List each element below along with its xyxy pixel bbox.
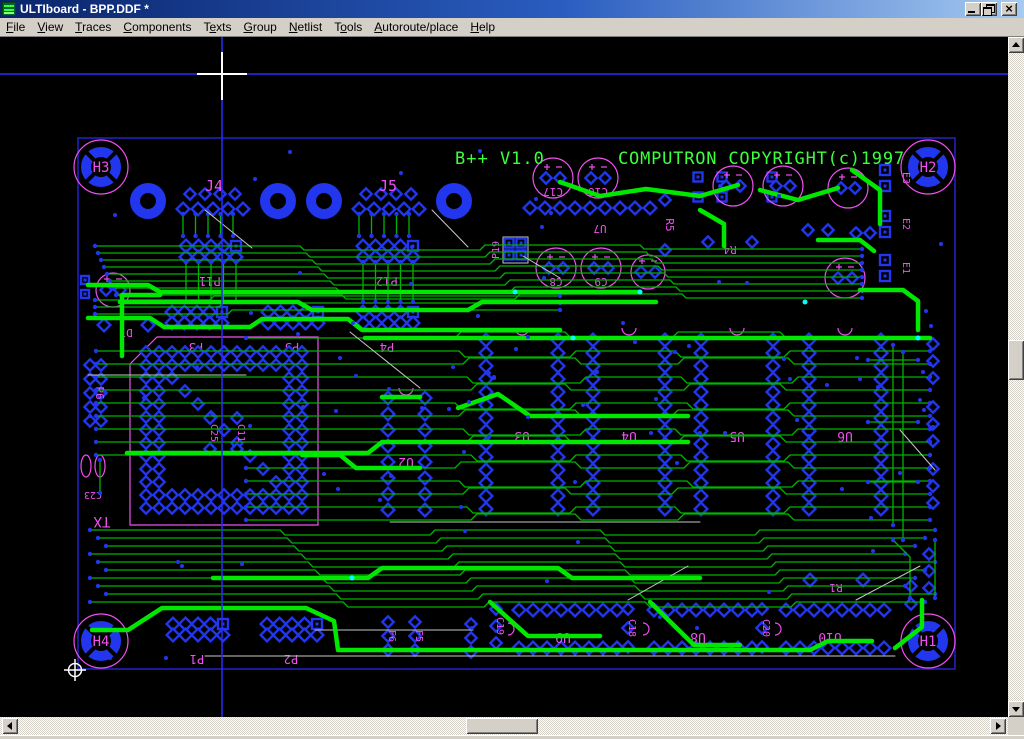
menu-item-help[interactable]: Help — [464, 19, 501, 36]
ref-label[interactable]: H3 — [93, 160, 110, 176]
ref-label[interactable]: P19 — [491, 241, 502, 259]
horizontal-scrollbar-thumb[interactable] — [466, 718, 538, 734]
board-version-text[interactable]: B++ V1.0 — [455, 149, 545, 169]
capacitor-c8[interactable]: C8 — [536, 248, 576, 288]
close-icon: × — [1001, 2, 1017, 16]
horizontal-scrollbar[interactable] — [0, 717, 1008, 735]
minimize-icon — [968, 11, 975, 13]
capacitor-c11[interactable]: C11 — [230, 410, 246, 457]
vertical-scrollbar-thumb[interactable] — [1008, 340, 1024, 380]
component-c20[interactable]: C20 — [754, 600, 771, 656]
ref-label[interactable]: C9 — [594, 275, 607, 288]
window-bottom-frame — [0, 735, 1024, 739]
scrollbar-corner — [1008, 717, 1024, 735]
ref-label[interactable]: J5 — [379, 177, 397, 195]
down-arrow-icon — [1012, 707, 1020, 712]
component-e1[interactable]: E1 — [874, 250, 911, 286]
mounting-hole-h4[interactable]: H4 — [74, 614, 128, 668]
ref-label[interactable]: C11 — [235, 424, 246, 442]
minimize-button[interactable] — [965, 2, 981, 16]
menu-item-traces[interactable]: Traces — [69, 19, 117, 36]
ref-label[interactable]: E1 — [900, 262, 911, 274]
vertical-scrollbar[interactable] — [1008, 37, 1024, 717]
scroll-right-button[interactable] — [990, 718, 1006, 734]
pcb-canvas[interactable]: H3H2H4H1J4J5P11P12P3P5P4P1P2P19P6C25C11U… — [0, 37, 1008, 717]
resistor-r4[interactable]: R4 — [700, 234, 761, 256]
menu-item-file[interactable]: File — [0, 19, 31, 36]
menu-item-tools[interactable]: Tools — [328, 19, 368, 36]
ref-label[interactable]: F5 — [413, 630, 424, 642]
component[interactable] — [688, 166, 708, 208]
ref-label[interactable]: C25 — [208, 424, 219, 442]
application-window: ULTIboard - BPP.DDF * × FileViewTracesCo… — [0, 0, 1024, 739]
ref-label[interactable]: P4 — [380, 340, 394, 354]
ref-label[interactable]: H2 — [920, 160, 937, 176]
ref-label[interactable]: J4 — [205, 177, 223, 195]
menu-item-view[interactable]: View — [31, 19, 69, 36]
ref-label[interactable]: P1 — [190, 652, 204, 666]
ref-label[interactable]: F6 — [386, 630, 397, 642]
ref-label[interactable]: H1 — [920, 634, 937, 650]
ref-label[interactable]: E2 — [900, 218, 911, 230]
restore-button[interactable] — [981, 2, 997, 16]
ref-label[interactable]: R1 — [829, 581, 842, 594]
close-button[interactable]: × — [1001, 2, 1017, 16]
menu-item-netlist[interactable]: Netlist — [283, 19, 328, 36]
menu-item-components[interactable]: Components — [117, 19, 197, 36]
origin-marker — [64, 659, 86, 681]
ref-label[interactable]: P2 — [284, 652, 298, 666]
connector-j5[interactable]: J5 — [306, 150, 471, 221]
header-p1[interactable]: P1 — [163, 615, 231, 666]
ref-label[interactable]: C8 — [549, 275, 562, 288]
title-bar[interactable]: ULTIboard - BPP.DDF * × — [0, 0, 1024, 18]
component[interactable] — [800, 220, 836, 240]
ref-label[interactable]: E3 — [900, 172, 911, 184]
pcb-drawing[interactable]: H3H2H4H1J4J5P11P12P3P5P4P1P2P19P6C25C11U… — [0, 37, 1008, 717]
ref-label[interactable]: C18 — [626, 619, 637, 637]
component[interactable] — [916, 545, 943, 597]
right-arrow-icon — [996, 722, 1001, 730]
header-p2[interactable]: P2 — [257, 615, 325, 666]
ref-label[interactable]: R5 — [663, 218, 676, 231]
component[interactable] — [920, 335, 947, 387]
connector-j4[interactable]: J4 — [130, 150, 295, 221]
left-arrow-icon — [7, 722, 12, 730]
resistor-r5[interactable]: R5 — [657, 192, 676, 258]
window-title: ULTIboard - BPP.DDF * — [20, 2, 149, 16]
scroll-up-button[interactable] — [1008, 37, 1024, 53]
resistor-r1[interactable]: R1 — [800, 570, 873, 594]
component[interactable] — [900, 577, 922, 613]
ref-label[interactable]: U6 — [837, 428, 853, 443]
ref-label[interactable]: C20 — [760, 619, 771, 637]
ic-u7[interactable]: U7 — [518, 198, 656, 235]
ref-label[interactable]: U7 — [593, 222, 606, 235]
board-copyright-text[interactable]: COMPUTRON COPYRIGHT(c)1997 — [618, 149, 905, 169]
menu-item-group[interactable]: Group — [237, 19, 282, 36]
menu-item-autoroute-place[interactable]: Autoroute/place — [368, 19, 464, 36]
mounting-hole-h2[interactable]: H2 — [901, 140, 955, 194]
menu-item-texts[interactable]: Texts — [197, 19, 237, 36]
menu-bar: FileViewTracesComponentsTextsGroupNetlis… — [0, 18, 1024, 37]
scroll-down-button[interactable] — [1008, 701, 1024, 717]
up-arrow-icon — [1012, 42, 1020, 47]
component[interactable] — [463, 615, 480, 661]
capacitor-c9[interactable]: C9 — [581, 248, 621, 288]
ref-label[interactable]: C19 — [494, 617, 505, 635]
ref-label[interactable]: TX — [93, 513, 110, 529]
pga-socket[interactable] — [130, 337, 318, 525]
capacitor[interactable] — [631, 255, 665, 289]
mounting-hole-h1[interactable]: H1 — [901, 614, 955, 668]
component-c18[interactable]: C18 — [620, 600, 637, 656]
silkscreen-text[interactable]: B++ V1.0 COMPUTRON COPYRIGHT(c)1997 — [455, 149, 905, 169]
ref-label[interactable]: P12 — [376, 274, 398, 288]
ref-label[interactable]: H4 — [93, 634, 110, 650]
scroll-left-button[interactable] — [2, 718, 18, 734]
mounting-hole-h3[interactable]: H3 — [74, 140, 128, 194]
ref-label[interactable]: C17 — [543, 185, 563, 198]
app-icon[interactable] — [2, 2, 16, 16]
